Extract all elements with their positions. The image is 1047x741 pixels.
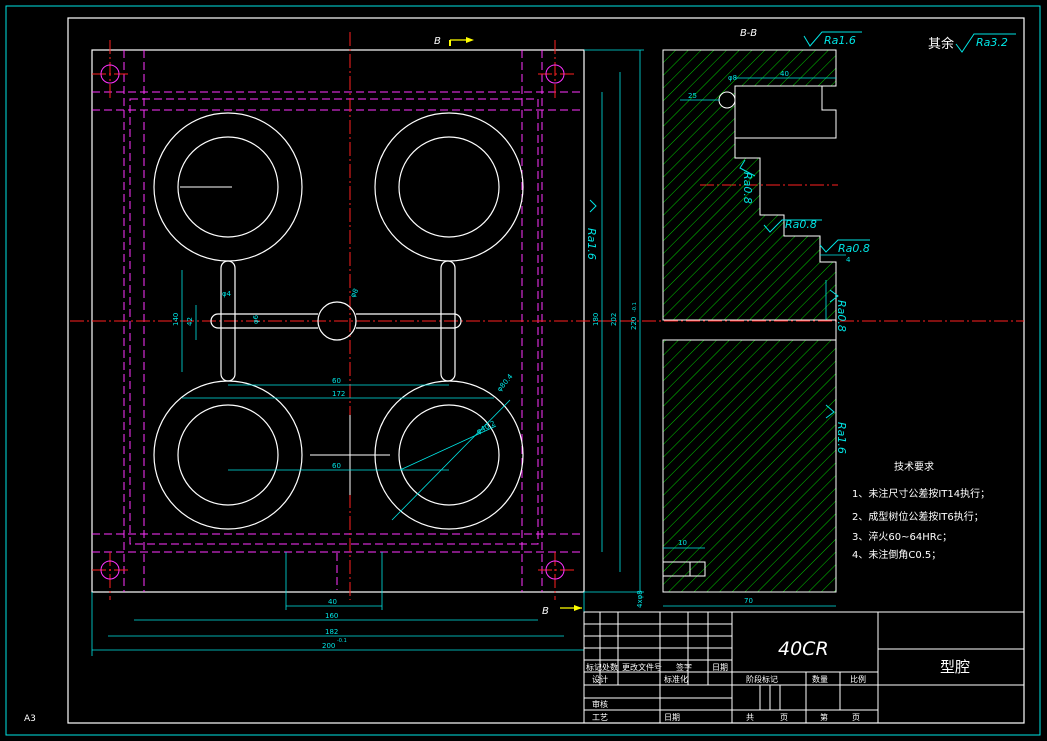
material-name: 40CR <box>778 638 829 660</box>
label-process: 工艺 <box>592 713 608 722</box>
section-marker-top-label: B <box>434 36 441 47</box>
section-marker-top: B <box>434 36 474 47</box>
dim-40-bottom: 40 <box>328 598 337 606</box>
dim-220: 220 <box>630 317 638 330</box>
label-review: 审核 <box>592 699 608 709</box>
section-dim-4: 4 <box>846 256 851 264</box>
drawing-border <box>67 17 1025 724</box>
dim-140: 140 <box>172 313 180 326</box>
dim-172: 172 <box>332 390 345 398</box>
dim-180: 180 <box>592 313 600 326</box>
dim-42: 42 <box>186 317 194 326</box>
front-view: 60 172 60 40 160 182 200 -0.1 140 42 φ4 … <box>70 32 1024 656</box>
label-stage-mark: 阶段标记 <box>746 674 778 684</box>
rev-header-date: 日期 <box>712 663 728 672</box>
sheet-size-label: A3 <box>24 714 36 724</box>
roughness-general-prefix: 其余 <box>928 36 954 52</box>
rev-header-sign: 签字 <box>676 662 692 672</box>
section-label: B-B <box>740 28 757 39</box>
sheet-frame <box>5 5 1041 736</box>
dim-182: 182 <box>325 628 338 636</box>
cross-marks <box>180 186 390 495</box>
tech-req-item-1: 1、未注尺寸公差按IT14执行； <box>852 487 990 500</box>
dim-runner-diameter: φ6 <box>252 314 260 324</box>
section-dim-40: 40 <box>780 70 789 78</box>
label-standardize: 标准化 <box>664 674 688 684</box>
dim-hole-diameter: φ4 <box>222 290 232 298</box>
roughness-mid-vertical: Ra0.8 <box>741 172 754 204</box>
front-dimensions <box>91 49 644 656</box>
section-dim-25: 25 <box>688 92 697 100</box>
dim-sprue-diameter: φ8 <box>349 287 360 299</box>
label-design: 设计 <box>592 674 608 684</box>
section-marker-bottom: B <box>542 605 582 617</box>
dim-200: 200 <box>322 642 335 650</box>
label-quantity: 数量 <box>812 674 828 684</box>
roughness-general-value: Ra3.2 <box>976 36 1008 49</box>
rev-header-count: 处数 <box>602 662 618 672</box>
roughness-right-lower: Ra1.6 <box>835 422 848 454</box>
label-total: 共 <box>746 713 754 722</box>
section-marker-bottom-label: B <box>542 606 549 617</box>
cad-drawing-canvas: A3 60 172 60 40 160 182 200 -0.1 140 42 … <box>5 5 1041 736</box>
section-cavity <box>734 85 837 139</box>
label-page-no: 第 <box>820 712 828 722</box>
roughness-step-a: Ra0.8 <box>785 218 817 231</box>
label-page: 页 <box>852 713 860 722</box>
part-name: 型腔 <box>940 658 970 676</box>
dim-202: 202 <box>610 313 618 326</box>
dim-220-tolerance: -0.1 <box>632 302 638 312</box>
rev-header-mark: 标记 <box>586 662 602 672</box>
rev-header-file: 更改文件号 <box>622 662 662 672</box>
section-hatch-lower <box>662 339 837 593</box>
tech-req-title: 技术要求 <box>894 460 934 473</box>
technical-requirements: 技术要求 1、未注尺寸公差按IT14执行； 2、成型树位公差按IT6执行； 3、… <box>852 460 990 561</box>
dim-60-front: 60 <box>332 377 341 385</box>
dim-160: 160 <box>325 612 338 620</box>
dim-60-inner: 60 <box>332 462 341 470</box>
label-sheets: 页 <box>780 713 788 722</box>
roughness-step-b: Ra0.8 <box>838 242 870 255</box>
tech-req-item-3: 3、淬火60~64HRc； <box>852 530 952 543</box>
dim-200-tolerance: -0.1 <box>337 638 347 644</box>
tech-req-item-4: 4、未注倒角C0.5； <box>852 548 941 561</box>
section-dim-70: 70 <box>744 597 753 605</box>
label-scale: 比例 <box>850 674 866 684</box>
roughness-top: Ra1.6 <box>824 34 856 47</box>
dim-cavity-outer: φ80.4 <box>495 372 514 393</box>
tech-req-item-2: 2、成型树位公差按IT6执行； <box>852 510 984 523</box>
pin-hole-label: 4xφ8 <box>636 590 644 608</box>
roughness-front-right: Ra1.6 <box>585 228 598 260</box>
roughness-right-c: Ra0.8 <box>835 300 848 332</box>
label-date: 日期 <box>664 713 680 722</box>
section-dim-d8: φ8 <box>728 74 737 82</box>
section-dim-10: 10 <box>678 539 687 547</box>
